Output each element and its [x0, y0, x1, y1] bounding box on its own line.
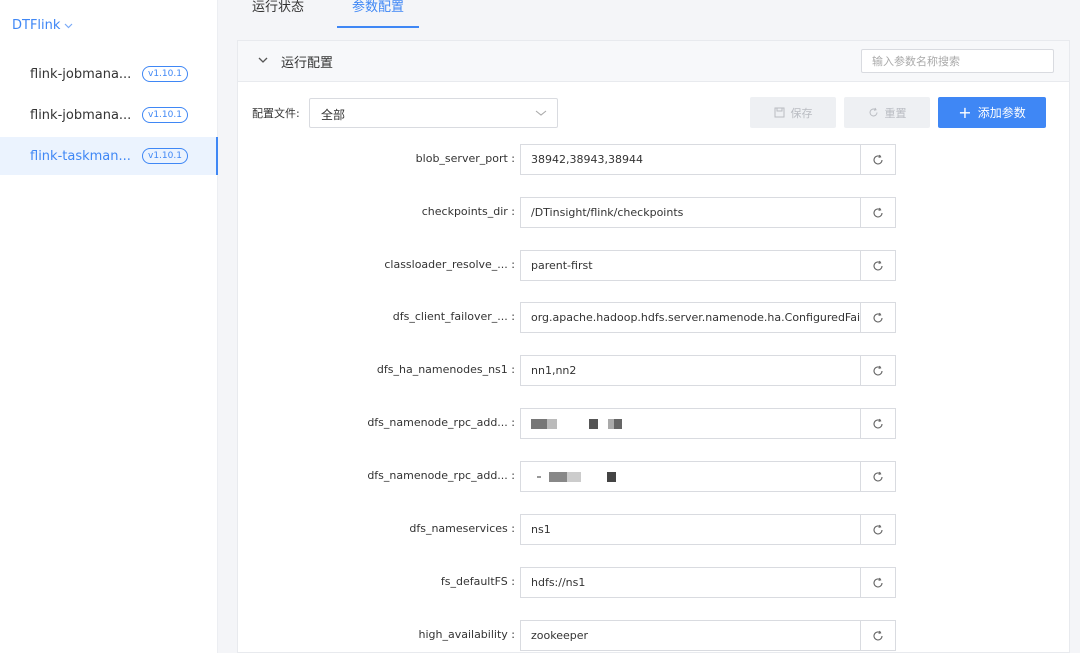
tab-bar: 运行状态 参数配置: [237, 0, 420, 30]
param-search-input[interactable]: [861, 49, 1054, 73]
reset-icon: [869, 107, 877, 117]
param-value-input-redacted[interactable]: [520, 461, 860, 492]
reset-param-button[interactable]: [860, 197, 896, 228]
param-key: blob_server_port :: [415, 152, 515, 165]
save-icon: [774, 107, 784, 118]
toolbar: 配置文件: 全部 保存 重置 + 添加参数: [238, 97, 1069, 129]
sidebar: DTFlink flink-jobmana... v1.10.1 flink-j…: [0, 0, 218, 653]
sidebar-item-taskmanager[interactable]: flink-taskman... v1.10.1: [0, 137, 218, 175]
reset-icon: [873, 260, 883, 271]
param-row: dfs_client_failover_... : org.apache.had…: [238, 302, 1069, 334]
reset-icon: [873, 312, 883, 323]
redacted-block: [547, 419, 557, 429]
param-row: fs_defaultFS : hdfs://ns1: [238, 567, 1069, 599]
sidebar-item-label: flink-jobmana...: [30, 107, 132, 123]
reset-icon: [873, 524, 883, 535]
sidebar-item-jobmanager-2[interactable]: flink-jobmana... v1.10.1: [0, 96, 218, 134]
reset-param-button[interactable]: [860, 250, 896, 281]
reset-param-button[interactable]: [860, 144, 896, 175]
panel-title: 运行配置: [281, 56, 334, 71]
redacted-block: [567, 472, 581, 482]
config-panel: 运行配置 配置文件: 全部 保存 重置 + 添加参数 blob_server_p…: [237, 40, 1070, 653]
save-button[interactable]: 保存: [750, 97, 836, 128]
reset-param-button[interactable]: [860, 461, 896, 492]
param-key: dfs_client_failover_... :: [392, 310, 515, 323]
chevron-down-icon: [64, 23, 73, 28]
param-value-input-redacted[interactable]: [520, 408, 860, 439]
param-row: checkpoints_dir : /DTinsight/flink/check…: [238, 197, 1069, 229]
param-key: fs_defaultFS :: [440, 575, 515, 588]
redacted-block: [589, 419, 598, 429]
param-row: dfs_ha_namenodes_ns1 : nn1,nn2: [238, 355, 1069, 387]
param-row: high_availability : zookeeper: [238, 620, 1069, 652]
sidebar-item-label: flink-jobmana...: [30, 66, 132, 82]
param-key: dfs_namenode_rpc_add... :: [367, 469, 515, 482]
param-row: classloader_resolve_... : parent-first: [238, 250, 1069, 282]
param-value-input[interactable]: 38942,38943,38944: [520, 144, 860, 175]
reset-icon: [873, 630, 883, 641]
param-row: blob_server_port : 38942,38943,38944: [238, 144, 1069, 176]
add-param-button[interactable]: + 添加参数: [938, 97, 1046, 128]
redacted-block: [581, 472, 607, 482]
reset-icon: [873, 365, 883, 376]
chevron-down-icon: [535, 110, 547, 116]
version-badge: v1.10.1: [142, 148, 188, 164]
tab-param-config[interactable]: 参数配置: [337, 0, 420, 30]
reset-param-button[interactable]: [860, 302, 896, 333]
plus-icon: +: [958, 102, 972, 122]
app-switcher[interactable]: DTFlink: [12, 18, 73, 33]
panel-header: 运行配置: [238, 41, 1069, 82]
param-value-input[interactable]: ns1: [520, 514, 860, 545]
param-key: dfs_nameservices :: [409, 522, 515, 535]
redacted-block: [549, 472, 567, 482]
param-value-input[interactable]: /DTinsight/flink/checkpoints: [520, 197, 860, 228]
param-key: dfs_namenode_rpc_add... :: [367, 416, 515, 429]
sidebar-item-jobmanager-1[interactable]: flink-jobmana... v1.10.1: [0, 55, 218, 93]
redacted-block: [598, 419, 608, 429]
redacted-block: [541, 472, 549, 482]
reset-icon: [873, 577, 883, 588]
param-key: high_availability :: [418, 628, 515, 641]
param-key: dfs_ha_namenodes_ns1 :: [376, 363, 515, 376]
reset-icon: [873, 418, 883, 429]
reset-param-button[interactable]: [860, 620, 896, 651]
reset-icon: [873, 471, 883, 482]
param-key: checkpoints_dir :: [421, 205, 515, 218]
reset-label: 重置: [884, 106, 907, 120]
reset-icon: [873, 207, 883, 218]
param-row: dfs_namenode_rpc_add... :: [238, 408, 1069, 440]
param-row: dfs_namenode_rpc_add... :: [238, 461, 1069, 493]
redacted-block: [531, 419, 547, 429]
param-row: dfs_nameservices : ns1: [238, 514, 1069, 546]
param-value-input[interactable]: nn1,nn2: [520, 355, 860, 386]
config-file-label: 配置文件:: [252, 107, 300, 120]
param-value-input[interactable]: parent-first: [520, 250, 860, 281]
config-file-select[interactable]: 全部: [309, 98, 558, 128]
param-key: classloader_resolve_... :: [384, 258, 515, 271]
save-label: 保存: [790, 106, 813, 120]
sidebar-item-label: flink-taskman...: [30, 148, 131, 164]
reset-param-button[interactable]: [860, 355, 896, 386]
param-value-input[interactable]: hdfs://ns1: [520, 567, 860, 598]
reset-icon: [873, 154, 883, 165]
redacted-block: [557, 419, 589, 429]
reset-button[interactable]: 重置: [844, 97, 930, 128]
redacted-block: [607, 472, 616, 482]
reset-param-button[interactable]: [860, 567, 896, 598]
config-file-value: 全部: [321, 108, 346, 122]
redacted-block: [614, 419, 622, 429]
add-param-label: 添加参数: [977, 106, 1026, 120]
version-badge: v1.10.1: [142, 107, 188, 123]
reset-param-button[interactable]: [860, 514, 896, 545]
app-title: DTFlink: [12, 18, 61, 33]
chevron-down-icon[interactable]: [256, 53, 270, 67]
param-value-input[interactable]: zookeeper: [520, 620, 860, 651]
reset-param-button[interactable]: [860, 408, 896, 439]
param-value-input[interactable]: org.apache.hadoop.hdfs.server.namenode.h…: [520, 302, 860, 333]
tab-run-status[interactable]: 运行状态: [237, 0, 319, 30]
version-badge: v1.10.1: [142, 66, 188, 82]
